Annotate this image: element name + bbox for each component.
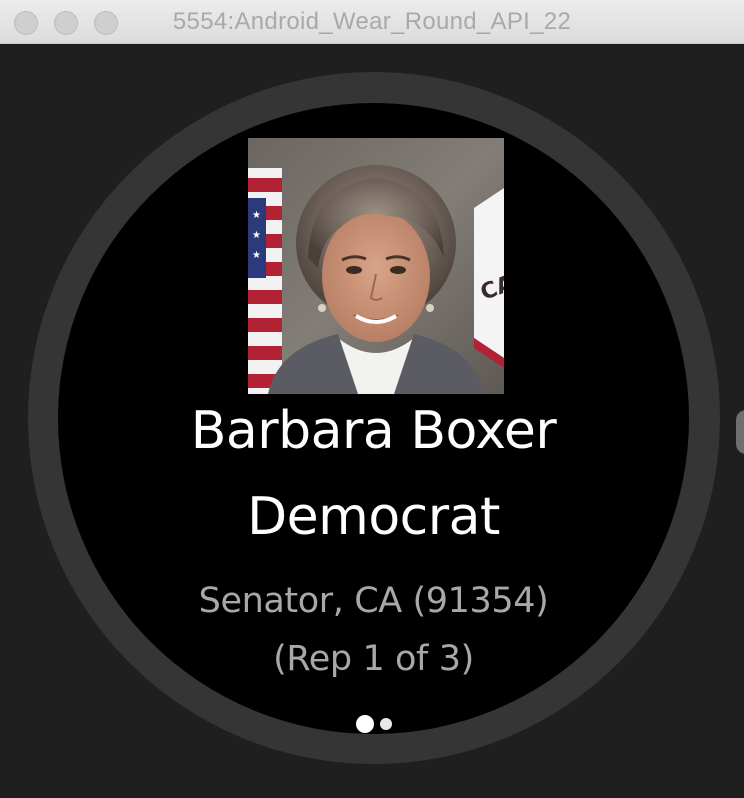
- watch-side-button[interactable]: [736, 410, 744, 454]
- representative-name: Barbara Boxer: [190, 401, 557, 461]
- representative-party: Democrat: [247, 487, 500, 547]
- watch-screen[interactable]: ★ ★ ★ CA Barbara Boxer Democrat Senator,…: [58, 103, 689, 734]
- svg-text:★: ★: [252, 230, 261, 241]
- svg-text:★: ★: [252, 210, 261, 221]
- window-title: 5554:Android_Wear_Round_API_22: [172, 8, 572, 35]
- emulator-content: ★ ★ ★ CA Barbara Boxer Democrat Senator,…: [0, 44, 744, 798]
- page-dot-inactive: [379, 718, 392, 730]
- representative-photo[interactable]: ★ ★ ★ CA: [248, 138, 504, 394]
- representative-office: Senator, CA (91354): [198, 581, 549, 621]
- emulator-window: 5554:Android_Wear_Round_API_22 ★ ★ ★ CA …: [0, 0, 744, 798]
- title-bar[interactable]: 5554:Android_Wear_Round_API_22: [0, 0, 744, 44]
- page-indicator: [58, 713, 689, 734]
- representative-index: (Rep 1 of 3): [273, 639, 474, 679]
- svg-text:★: ★: [252, 250, 261, 261]
- portrait-photo-icon: ★ ★ ★ CA: [248, 138, 504, 394]
- page-dot-active: [355, 715, 374, 733]
